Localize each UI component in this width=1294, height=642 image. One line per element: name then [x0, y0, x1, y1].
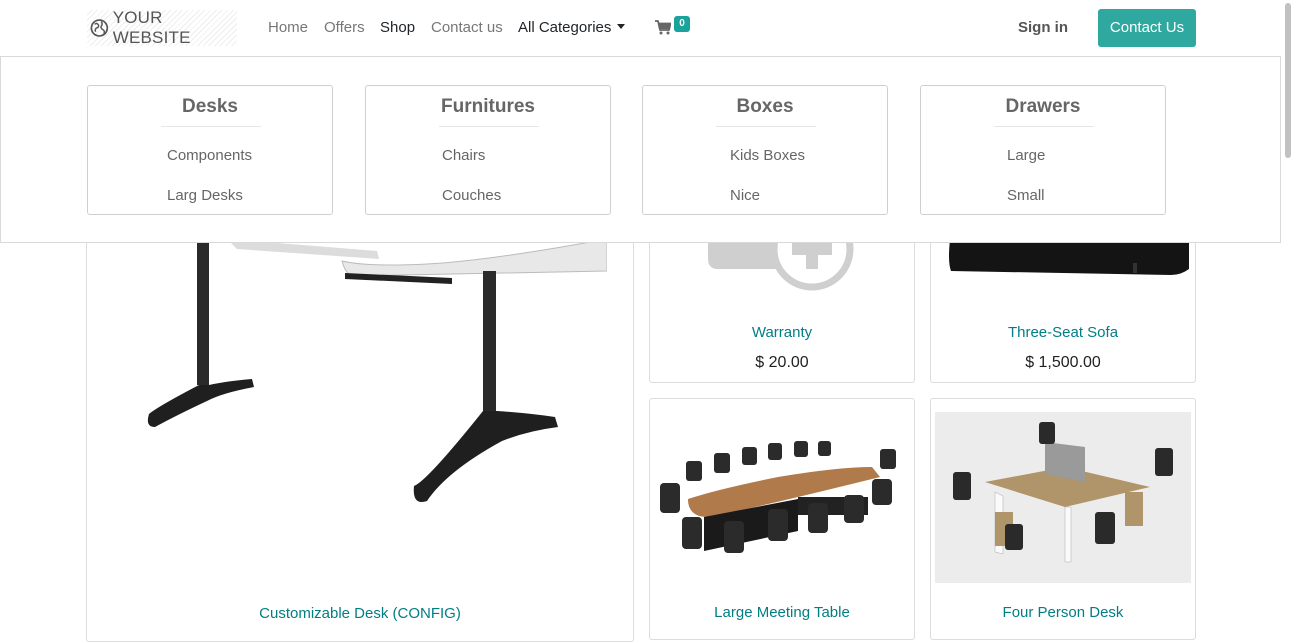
category-title[interactable]: Furnitures [366, 96, 610, 118]
product-card-four-person-desk[interactable]: Four Person Desk [930, 398, 1196, 640]
categories-mega-menu: Desks Components Larg Desks Furnitures C… [0, 56, 1281, 243]
four-person-desk-image [935, 412, 1191, 583]
product-card-three-seat-sofa[interactable]: Three-Seat Sofa $ 1,500.00 [930, 230, 1196, 383]
category-divider [439, 126, 539, 127]
logo-text: YOUR WEBSITE [112, 8, 191, 47]
category-divider [994, 126, 1094, 127]
cart-link[interactable]: 0 [655, 16, 695, 40]
category-item-small[interactable]: Small [1007, 187, 1045, 204]
sign-in-link[interactable]: Sign in [1018, 18, 1068, 38]
category-item-larg-desks[interactable]: Larg Desks [167, 187, 243, 204]
product-card-customizable-desk[interactable]: Customizable Desk (CONFIG) [86, 230, 634, 642]
site-logo[interactable]: YOUR WEBSITE [87, 8, 237, 47]
product-name[interactable]: Customizable Desk (CONFIG) [87, 605, 633, 622]
site-header: YOUR WEBSITE Home Offers Shop Contact us… [0, 0, 1282, 56]
product-name[interactable]: Three-Seat Sofa [931, 324, 1195, 341]
nav-home[interactable]: Home [268, 18, 308, 38]
category-item-components[interactable]: Components [167, 147, 252, 164]
product-name[interactable]: Large Meeting Table [650, 604, 914, 621]
category-item-couches[interactable]: Couches [442, 187, 501, 204]
category-divider [161, 126, 261, 127]
category-item-nice[interactable]: Nice [730, 187, 760, 204]
category-furnitures: Furnitures Chairs Couches [365, 85, 611, 215]
shopping-cart-icon [655, 20, 671, 35]
product-price: $ 1,500.00 [1025, 354, 1101, 371]
page-scrollbar[interactable] [1283, 0, 1294, 627]
nav-shop[interactable]: Shop [380, 18, 415, 38]
category-item-chairs[interactable]: Chairs [442, 147, 485, 164]
contact-us-button[interactable]: Contact Us [1098, 9, 1196, 47]
cart-count-badge: 0 [674, 16, 690, 32]
category-title[interactable]: Desks [88, 96, 332, 118]
nav-offers[interactable]: Offers [324, 18, 365, 38]
product-card-large-meeting-table[interactable]: Large Meeting Table [649, 398, 915, 640]
globe-icon [90, 19, 109, 37]
all-categories-label: All Categories [518, 19, 612, 36]
meeting-table-image [660, 441, 896, 553]
nav-all-categories[interactable]: All Categories [518, 18, 626, 38]
product-card-warranty[interactable]: Warranty $ 20.00 [649, 230, 915, 383]
category-item-kids-boxes[interactable]: Kids Boxes [730, 147, 805, 164]
category-title[interactable]: Boxes [643, 96, 887, 118]
category-boxes: Boxes Kids Boxes Nice [642, 85, 888, 215]
scrollbar-thumb[interactable] [1285, 3, 1291, 158]
desk-image [147, 238, 607, 502]
product-name[interactable]: Warranty [650, 324, 914, 341]
caret-down-icon [617, 24, 626, 30]
product-name[interactable]: Four Person Desk [931, 604, 1195, 621]
category-title[interactable]: Drawers [921, 96, 1165, 118]
category-drawers: Drawers Large Small [920, 85, 1166, 215]
category-desks: Desks Components Larg Desks [87, 85, 333, 215]
nav-contact-us[interactable]: Contact us [431, 18, 503, 38]
category-divider [716, 126, 816, 127]
category-item-large[interactable]: Large [1007, 147, 1045, 164]
product-price: $ 20.00 [755, 354, 809, 371]
